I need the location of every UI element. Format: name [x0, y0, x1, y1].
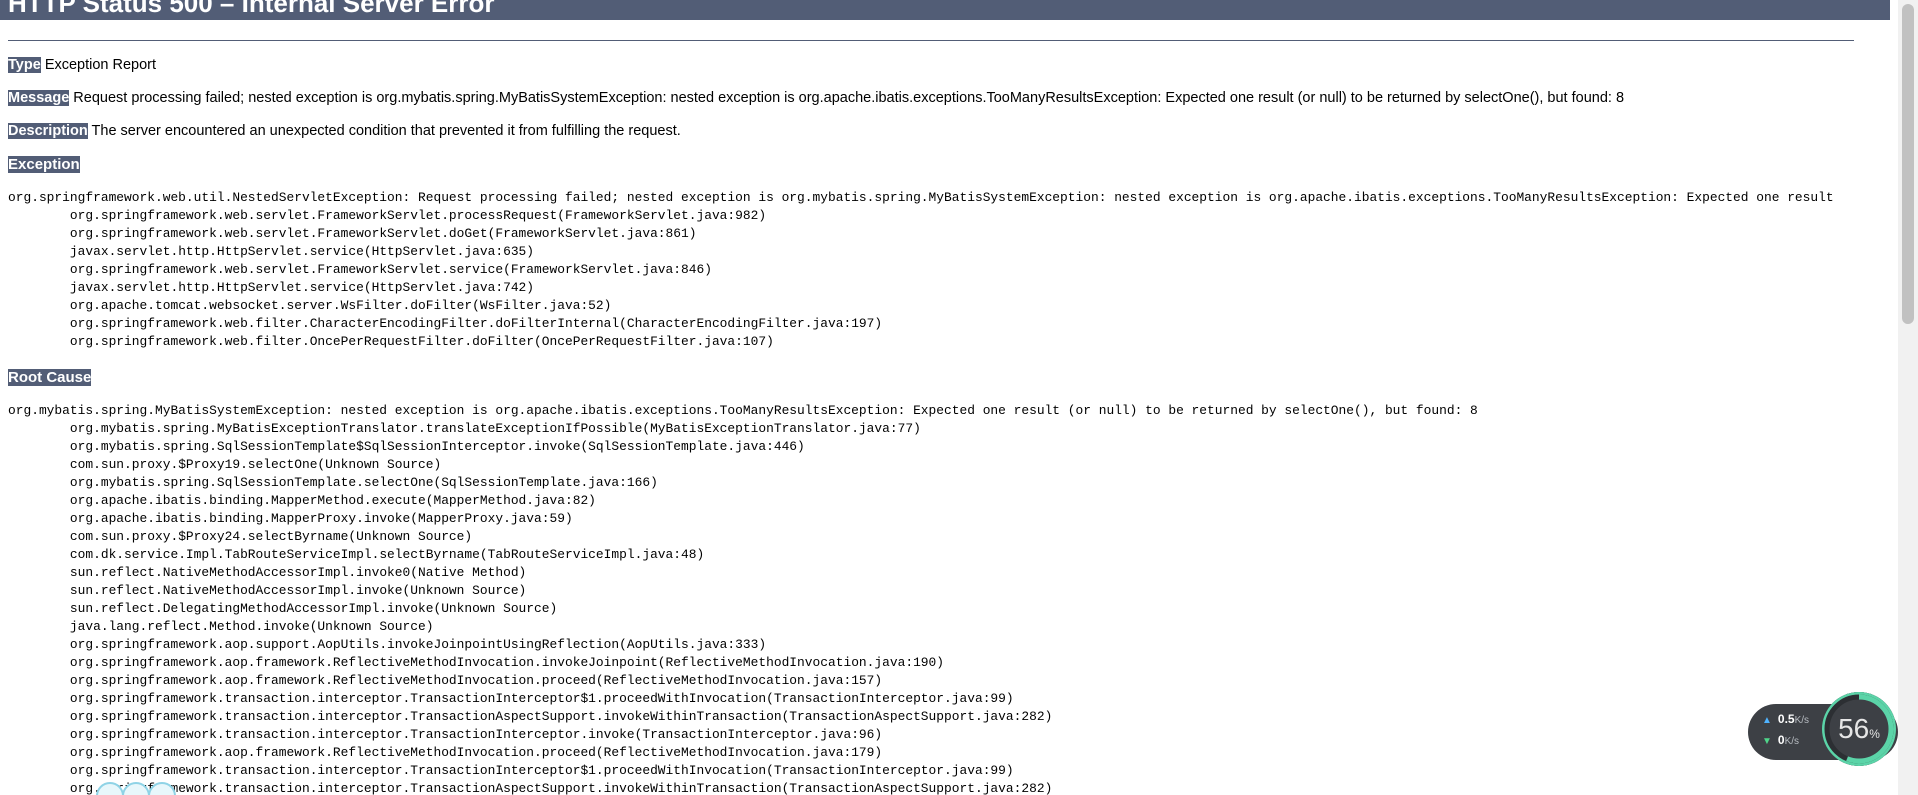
upload-speed-value: 0.5 [1777, 712, 1795, 726]
root-cause-heading: Root Cause [8, 369, 92, 386]
message-row: Message Request processing failed; neste… [8, 89, 1624, 108]
exception-stack-trace: org.springframework.web.util.NestedServl… [8, 190, 1834, 349]
floating-bubbles-icon [96, 782, 176, 795]
vertical-scrollbar[interactable] [1898, 0, 1918, 795]
upload-arrow-icon: ▲ [1762, 715, 1772, 726]
exception-heading-row: Exception [8, 155, 80, 175]
divider [8, 40, 1854, 41]
message-label: Message [8, 90, 70, 106]
description-value: The server encountered an unexpected con… [91, 123, 681, 139]
page-title: HTTP Status 500 – Internal Server Error [0, 0, 1890, 20]
type-value: Exception Report [44, 57, 157, 73]
description-row: Description The server encountered an un… [8, 122, 681, 141]
scrollbar-thumb[interactable] [1902, 4, 1914, 324]
download-arrow-icon: ▼ [1762, 736, 1772, 747]
description-label: Description [8, 123, 88, 139]
error-page: HTTP Status 500 – Internal Server Error … [0, 0, 1897, 795]
usage-readout: 56% [1822, 712, 1896, 751]
message-value: Request processing failed; nested except… [73, 90, 1625, 106]
download-speed: ▼ 0K/s [1762, 733, 1799, 749]
download-speed-value: 0 [1777, 733, 1785, 747]
upload-speed: ▲ 0.5K/s [1762, 712, 1809, 728]
upload-speed-unit: K/s [1794, 715, 1810, 726]
download-speed-unit: K/s [1784, 736, 1800, 747]
usage-unit: % [1869, 727, 1880, 741]
usage-value: 56 [1838, 713, 1870, 744]
usage-gauge[interactable]: 56% [1822, 692, 1896, 766]
type-row: Type Exception Report [8, 56, 156, 75]
root-cause-stack-trace: org.mybatis.spring.MyBatisSystemExceptio… [8, 403, 1478, 795]
root-cause-heading-row: Root Cause [8, 368, 92, 388]
exception-heading: Exception [8, 156, 80, 173]
type-label: Type [8, 57, 41, 73]
